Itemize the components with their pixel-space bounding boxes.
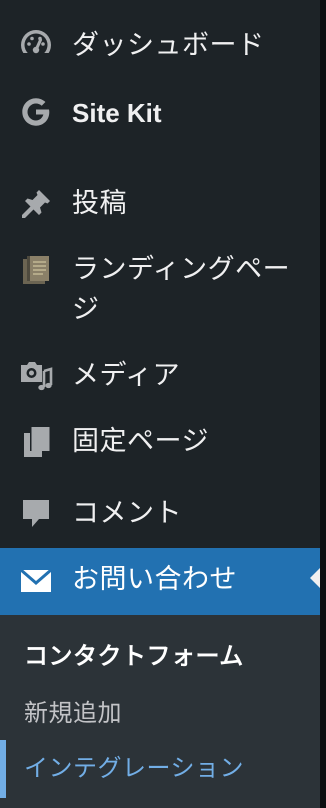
menu-item-comments[interactable]: コメント	[0, 490, 320, 538]
pages-icon	[18, 424, 54, 460]
submenu-focus-indicator	[0, 740, 6, 798]
menu-label-dashboard: ダッシュボード	[72, 30, 265, 61]
menu-item-pages[interactable]: 固定ページ	[0, 418, 320, 466]
menu-label-comments: コメント	[72, 498, 182, 529]
menu-item-dashboard[interactable]: ダッシュボード	[0, 22, 320, 70]
admin-sidebar: ダッシュボード Site Kit 投稿 ランディングページ メディア 固定ページ…	[0, 0, 326, 808]
submenu-contact: コンタクトフォーム 新規追加 インテグレーション	[0, 615, 320, 808]
menu-label-sitekit: Site Kit	[72, 98, 162, 128]
landing-page-book-icon	[18, 252, 54, 288]
media-camera-music-icon	[18, 357, 54, 393]
menu-item-posts[interactable]: 投稿	[0, 180, 320, 228]
menu-label-media: メディア	[72, 360, 181, 391]
comment-bubble-icon	[18, 496, 54, 532]
menu-label-posts: 投稿	[72, 188, 127, 219]
menu-label-landing-page: ランディングページ	[72, 254, 291, 325]
menu-label-pages: 固定ページ	[72, 426, 209, 457]
google-g-icon	[18, 93, 54, 129]
sidebar-edge	[320, 0, 326, 808]
menu-label-contact: お問い合わせ	[72, 564, 237, 595]
envelope-icon	[18, 563, 54, 599]
submenu-item-add-new[interactable]: 新規追加	[24, 697, 122, 729]
menu-item-media[interactable]: メディア	[0, 352, 320, 400]
submenu-item-integration[interactable]: インテグレーション	[24, 752, 244, 784]
menu-item-sitekit[interactable]: Site Kit	[0, 89, 320, 137]
dashboard-gauge-icon	[18, 26, 54, 62]
submenu-item-contact-form[interactable]: コンタクトフォーム	[24, 640, 244, 672]
menu-item-contact[interactable]: お問い合わせ	[0, 548, 320, 615]
pushpin-icon	[18, 186, 54, 222]
menu-item-landing-page[interactable]: ランディングページ	[0, 250, 320, 330]
